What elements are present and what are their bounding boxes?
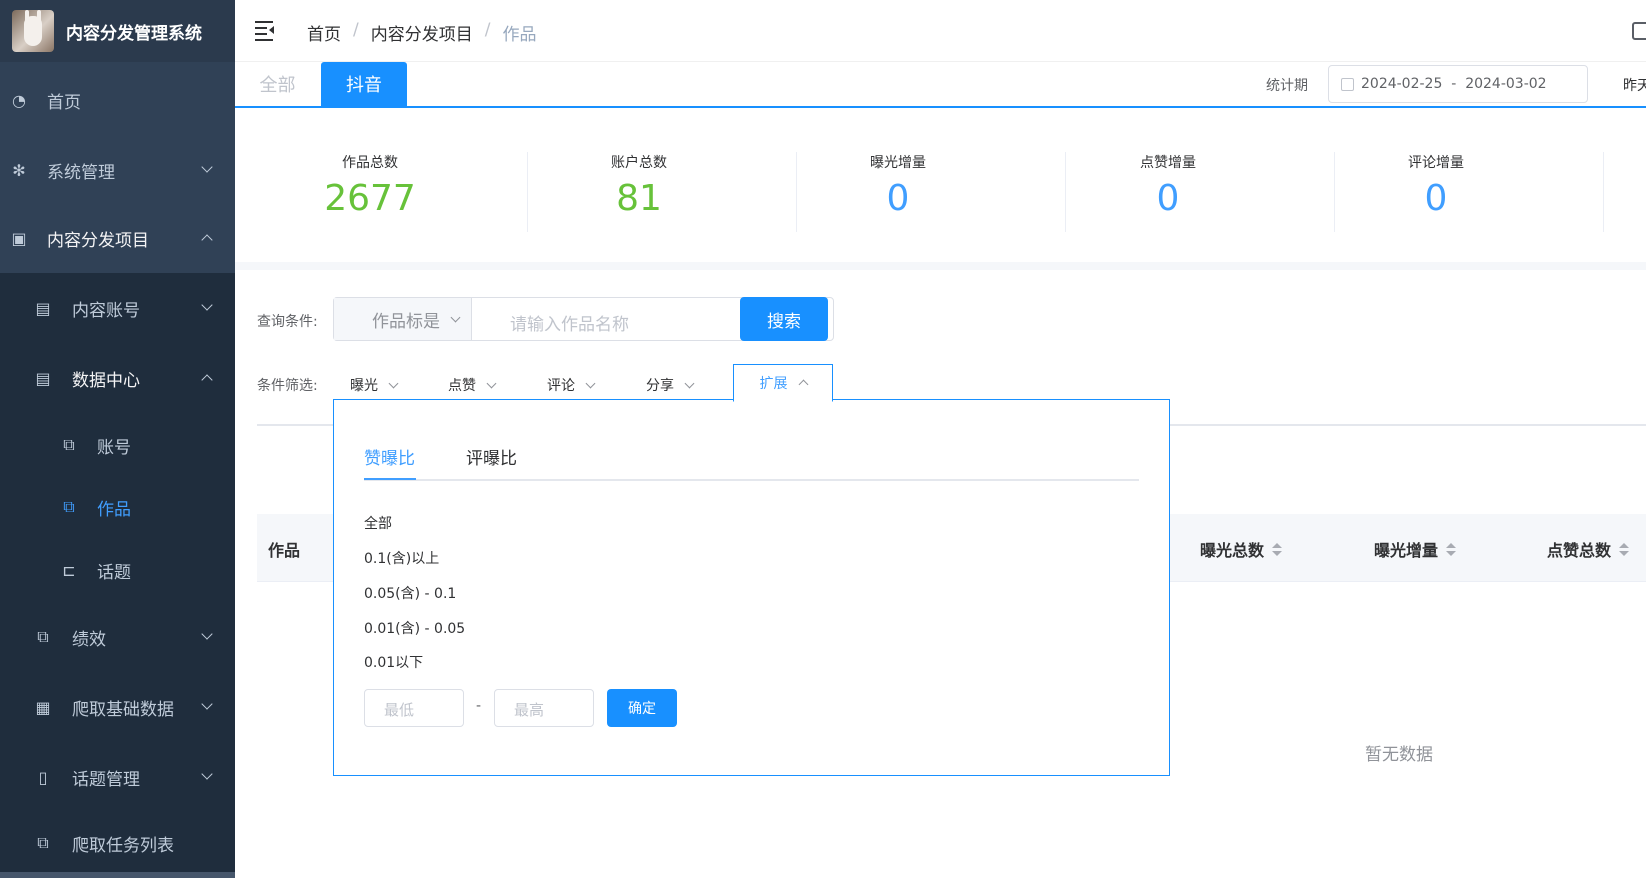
sidebar-item-topic-manage[interactable]: ▯ 话题管理 bbox=[0, 742, 235, 812]
stat-comments-increase: 评论增量 0 bbox=[1408, 155, 1464, 219]
tab-like-exposure-ratio[interactable]: 赞曝比 bbox=[364, 444, 415, 469]
search-button[interactable]: 搜索 bbox=[740, 297, 828, 341]
sort-icon[interactable] bbox=[1446, 542, 1457, 556]
chevron-down-icon bbox=[201, 768, 213, 780]
tab-comment-exposure-ratio[interactable]: 评曝比 bbox=[466, 444, 517, 469]
ratio-option[interactable]: 0.05(含) - 0.1 bbox=[364, 583, 456, 603]
puzzle-icon: ⧉ bbox=[37, 833, 49, 852]
sidebar-item-data-center[interactable]: ▤ 数据中心 bbox=[0, 343, 235, 413]
column-exposure-increase[interactable]: 曝光增量 bbox=[1374, 537, 1457, 561]
sidebar-item-crawl-tasks[interactable]: ⧉ 爬取任务列表 bbox=[0, 808, 235, 878]
sort-icon[interactable] bbox=[1272, 542, 1283, 556]
sidebar-item-works[interactable]: ⧉ 作品 bbox=[0, 472, 235, 542]
search-group: 作品标是 请输入作品名称 搜索 bbox=[333, 297, 834, 341]
breadcrumb: 首页 / 内容分发项目 / 作品 bbox=[307, 20, 537, 45]
empty-state: 暂无数据 bbox=[1365, 745, 1433, 765]
date-range-value: 2024-02-25 - 2024-03-02 bbox=[1361, 76, 1547, 92]
confirm-button[interactable]: 确定 bbox=[607, 689, 677, 727]
chevron-down-icon bbox=[201, 698, 213, 710]
stats-panel: 作品总数 2677 账户总数 81 曝光增量 0 点赞增量 0 评论增量 0 bbox=[235, 110, 1646, 270]
puzzle-icon: ⧉ bbox=[37, 627, 49, 646]
chevron-down-icon bbox=[201, 628, 213, 640]
column-works: 作品 bbox=[268, 541, 301, 560]
gear-icon: ✻ bbox=[12, 160, 26, 180]
stat-accounts-total: 账户总数 81 bbox=[611, 155, 667, 219]
sidebar-item-home[interactable]: ◔ 首页 bbox=[0, 65, 235, 135]
stat-exposure-increase: 曝光增量 0 bbox=[870, 155, 926, 219]
ratio-option[interactable]: 0.1(含)以上 bbox=[364, 548, 439, 568]
column-exposure-total[interactable]: 曝光总数 bbox=[1200, 537, 1283, 561]
platform-tabs: 全部 抖音 统计期 2024-02-25 - 2024-03-02 昨天 bbox=[235, 62, 1646, 108]
min-input[interactable]: 最低 bbox=[364, 689, 464, 727]
filter-exposure[interactable]: 曝光 bbox=[350, 375, 399, 395]
extension-filter-popover: 赞曝比 评曝比 全部 0.1(含)以上 0.05(含) - 0.1 0.01(含… bbox=[333, 399, 1170, 776]
chevron-up-icon bbox=[201, 374, 213, 386]
date-range-picker[interactable]: 2024-02-25 - 2024-03-02 bbox=[1328, 65, 1588, 103]
filter-extension[interactable]: 扩展 bbox=[733, 364, 833, 402]
filter-label: 条件筛选: bbox=[257, 378, 318, 394]
max-input[interactable]: 最高 bbox=[494, 689, 594, 727]
logo-image bbox=[12, 10, 54, 52]
sidebar-item-project[interactable]: ▣ 内容分发项目 bbox=[0, 203, 235, 273]
dashboard-icon: ◔ bbox=[12, 90, 26, 110]
chevron-down-icon bbox=[486, 378, 497, 388]
sidebar-item-system[interactable]: ✻ 系统管理 bbox=[0, 135, 235, 205]
filter-comments[interactable]: 评论 bbox=[547, 375, 596, 395]
chevron-up-icon bbox=[798, 379, 808, 389]
ratio-option[interactable]: 0.01以下 bbox=[364, 652, 423, 672]
puzzle-icon: ⧉ bbox=[63, 435, 75, 454]
breadcrumb-home[interactable]: 首页 bbox=[307, 20, 341, 45]
sidebar-item-topic[interactable]: ⊏ 话题 bbox=[0, 535, 235, 605]
navbar: 首页 / 内容分发项目 / 作品 bbox=[235, 0, 1646, 62]
quick-yesterday[interactable]: 昨天 bbox=[1623, 75, 1646, 95]
calendar-icon bbox=[1341, 77, 1354, 91]
filter-likes[interactable]: 点赞 bbox=[448, 375, 497, 395]
sidebar-item-account[interactable]: ⧉ 账号 bbox=[0, 410, 235, 480]
sort-icon[interactable] bbox=[1619, 542, 1630, 556]
breadcrumb-project[interactable]: 内容分发项目 bbox=[371, 20, 473, 45]
column-likes-total[interactable]: 点赞总数 bbox=[1547, 537, 1630, 561]
document-icon: ▤ bbox=[35, 368, 51, 388]
chevron-down-icon bbox=[450, 312, 461, 322]
chevron-down-icon bbox=[201, 161, 213, 173]
sidebar-scrollbar[interactable] bbox=[0, 872, 235, 878]
chevron-down-icon bbox=[201, 299, 213, 311]
briefcase-icon: ▣ bbox=[11, 228, 27, 248]
chevron-down-icon bbox=[388, 378, 399, 388]
tab-douyin[interactable]: 抖音 bbox=[321, 62, 407, 106]
document-icon: ▤ bbox=[35, 298, 51, 318]
chevron-down-icon bbox=[585, 378, 596, 388]
book-icon: ▯ bbox=[38, 767, 48, 787]
tree-icon: ⊏ bbox=[62, 560, 76, 580]
search-input[interactable]: 请输入作品名称 bbox=[510, 310, 629, 335]
stat-likes-increase: 点赞增量 0 bbox=[1140, 155, 1196, 219]
message-icon[interactable] bbox=[1632, 22, 1646, 40]
ratio-option[interactable]: 0.01(含) - 0.05 bbox=[364, 618, 465, 638]
stat-works-total: 作品总数 2677 bbox=[324, 155, 416, 219]
breadcrumb-current: 作品 bbox=[502, 25, 537, 45]
filter-shares[interactable]: 分享 bbox=[646, 375, 695, 395]
sidebar-item-content-account[interactable]: ▤ 内容账号 bbox=[0, 273, 235, 343]
tab-all[interactable]: 全部 bbox=[235, 62, 320, 106]
app-title: 内容分发管理系统 bbox=[66, 23, 202, 44]
query-label: 查询条件: bbox=[257, 314, 318, 330]
chevron-up-icon bbox=[201, 234, 213, 246]
hamburger-icon[interactable] bbox=[255, 21, 275, 41]
period-label: 统计期 bbox=[1266, 78, 1308, 94]
logo: 内容分发管理系统 bbox=[0, 0, 235, 62]
chevron-down-icon bbox=[684, 378, 695, 388]
sidebar-item-crawl-base[interactable]: ▦ 爬取基础数据 bbox=[0, 672, 235, 742]
sidebar: 内容分发管理系统 ◔ 首页 ✻ 系统管理 ▣ 内容分发项目 ▤ 内容账号 ▤ 数… bbox=[0, 0, 235, 878]
search-field-select[interactable]: 作品标是 bbox=[334, 298, 472, 340]
chart-icon: ▦ bbox=[35, 697, 51, 717]
ratio-option[interactable]: 全部 bbox=[364, 513, 392, 533]
puzzle-icon: ⧉ bbox=[63, 497, 75, 516]
sidebar-item-performance[interactable]: ⧉ 绩效 bbox=[0, 602, 235, 672]
